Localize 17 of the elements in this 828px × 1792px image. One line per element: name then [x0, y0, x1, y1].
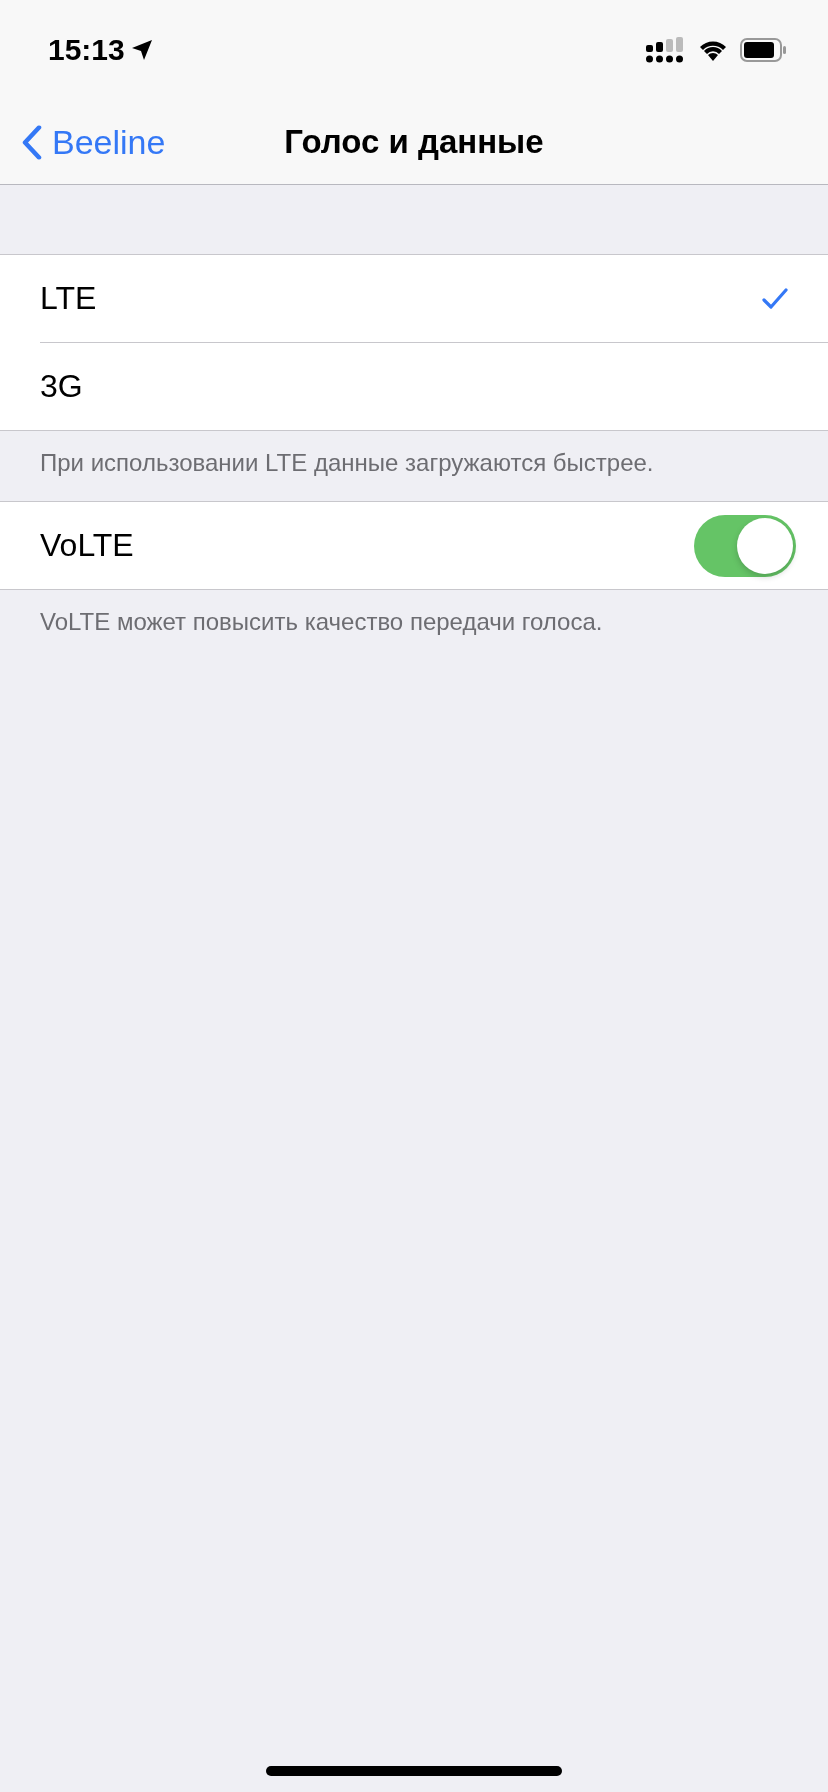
volte-switch[interactable] [694, 514, 796, 577]
setting-label: VoLTE [40, 527, 134, 564]
status-time: 15:13 [48, 33, 125, 67]
battery-icon [740, 38, 786, 62]
option-label: 3G [40, 368, 83, 405]
checkmark-icon [762, 287, 788, 310]
wifi-icon [698, 39, 728, 61]
network-option[interactable]: LTE [40, 255, 828, 342]
network-option[interactable]: 3G [40, 342, 828, 430]
location-arrow-icon [130, 39, 153, 61]
chevron-left-icon [22, 125, 42, 159]
option-label: LTE [40, 280, 97, 317]
footer-note: При использовании LTE данные загружаются быстрее. [39, 448, 655, 478]
signal-icon [646, 37, 686, 63]
back-button[interactable]: Beeline [22, 122, 166, 162]
page-title: Голос и данные [284, 123, 544, 161]
footer-note: VoLTE может повысить качество передачи голоса. [39, 607, 604, 637]
